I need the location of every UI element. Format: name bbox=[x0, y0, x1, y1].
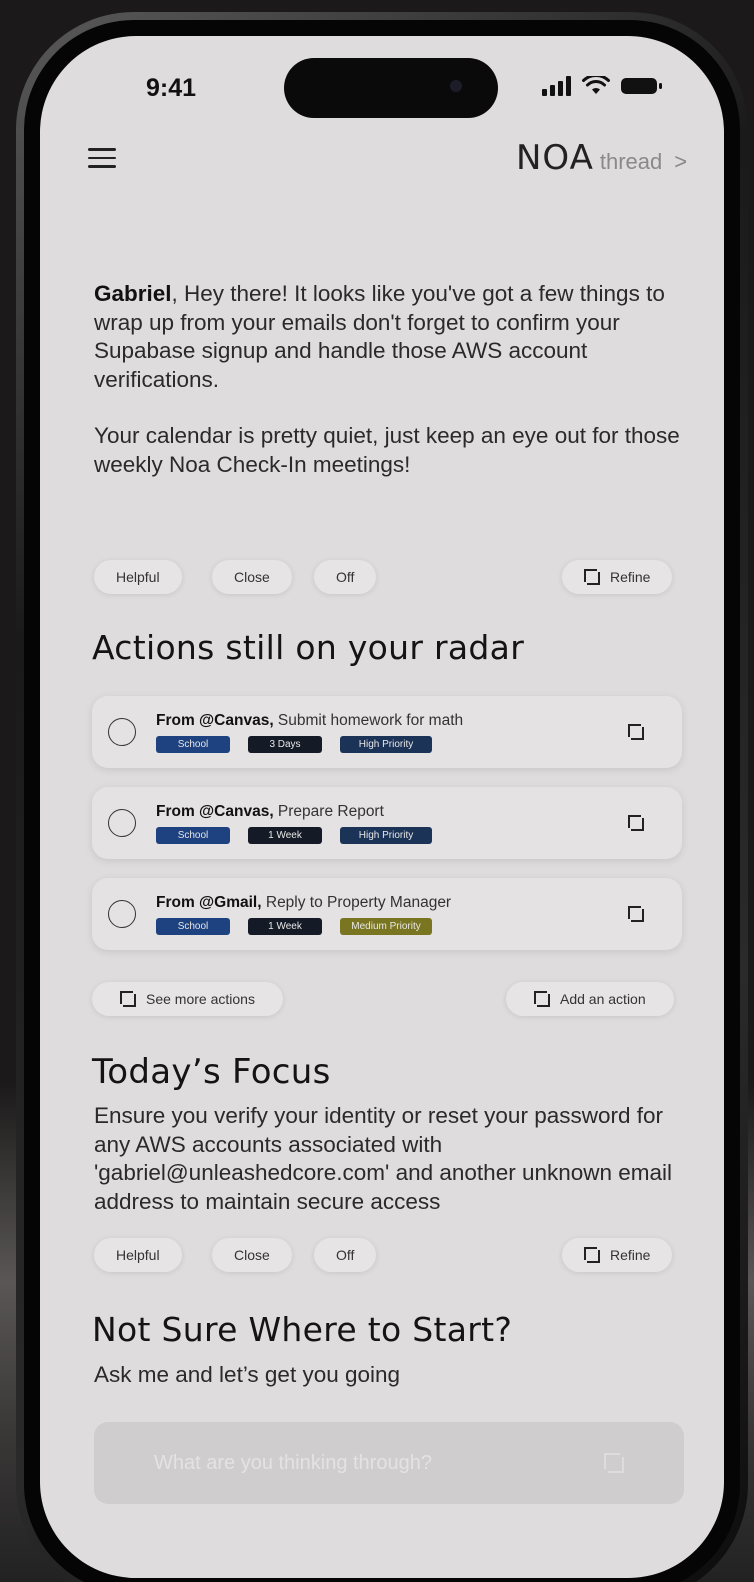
action-tags: School 3 Days High Priority bbox=[156, 736, 432, 753]
close-button[interactable]: Close bbox=[212, 560, 292, 594]
greeting-summary: Gabriel, Hey there! It looks like you've… bbox=[94, 280, 684, 479]
priority-tag: Medium Priority bbox=[340, 918, 432, 935]
duration-tag: 3 Days bbox=[248, 736, 322, 753]
action-text: From @Gmail, Reply to Property Manager bbox=[156, 894, 451, 912]
priority-tag: High Priority bbox=[340, 736, 432, 753]
battery-icon bbox=[621, 78, 662, 94]
refine-icon bbox=[584, 569, 600, 585]
action-checkbox[interactable] bbox=[108, 718, 136, 746]
start-subtitle: Ask me and let’s get you going bbox=[94, 1362, 401, 1387]
helpful-label: Helpful bbox=[116, 569, 160, 585]
priority-tag: High Priority bbox=[340, 827, 432, 844]
category-tag: School bbox=[156, 736, 230, 753]
category-tag: School bbox=[156, 827, 230, 844]
duration-tag: 1 Week bbox=[248, 918, 322, 935]
email-summary: , Hey there! It looks like you've got a … bbox=[94, 281, 665, 392]
calendar-summary: Your calendar is pretty quiet, just keep… bbox=[94, 423, 680, 477]
off-label: Off bbox=[336, 569, 355, 585]
duration-tag: 1 Week bbox=[248, 827, 322, 844]
add-action-label: Add an action bbox=[560, 991, 646, 1007]
status-time: 9:41 bbox=[146, 74, 197, 102]
action-text: From @Canvas, Submit homework for math bbox=[156, 712, 463, 730]
app-screen: 9:41 NOA thread > Gabriel, Hey there! It… bbox=[40, 36, 724, 1578]
dynamic-island bbox=[284, 58, 498, 118]
action-item[interactable]: From @Canvas, Submit homework for math S… bbox=[92, 696, 682, 768]
focus-title: Today’s Focus bbox=[92, 1052, 331, 1092]
action-item[interactable]: From @Canvas, Prepare Report School 1 We… bbox=[92, 787, 682, 859]
action-checkbox[interactable] bbox=[108, 900, 136, 928]
action-checkbox[interactable] bbox=[108, 809, 136, 837]
helpful-button[interactable]: Helpful bbox=[94, 1238, 182, 1272]
off-button[interactable]: Off bbox=[314, 560, 377, 594]
action-source: From @Gmail, bbox=[156, 894, 262, 911]
greeting-paragraph: Gabriel, Hey there! It looks like you've… bbox=[94, 280, 684, 394]
category-tag: School bbox=[156, 918, 230, 935]
action-task: Submit homework for math bbox=[273, 712, 464, 729]
noa-logo: NOA bbox=[516, 138, 594, 178]
see-more-actions-button[interactable]: See more actions bbox=[92, 982, 283, 1016]
close-label: Close bbox=[234, 1247, 270, 1263]
close-button[interactable]: Close bbox=[212, 1238, 292, 1272]
ask-box[interactable] bbox=[94, 1422, 684, 1504]
action-task: Reply to Property Manager bbox=[261, 894, 452, 911]
refine-icon bbox=[584, 1247, 600, 1263]
refine-button[interactable]: Refine bbox=[562, 1238, 673, 1272]
refine-label: Refine bbox=[610, 569, 651, 585]
hamburger-menu-icon[interactable] bbox=[88, 148, 116, 172]
expand-icon bbox=[120, 991, 136, 1007]
signal-icon bbox=[542, 76, 571, 96]
action-task: Prepare Report bbox=[273, 803, 384, 820]
copy-icon[interactable] bbox=[628, 906, 644, 922]
send-icon[interactable] bbox=[604, 1453, 624, 1473]
action-source: From @Canvas, bbox=[156, 712, 274, 729]
start-title: Not Sure Where to Start? bbox=[92, 1310, 513, 1349]
off-label: Off bbox=[336, 1247, 355, 1263]
action-text: From @Canvas, Prepare Report bbox=[156, 803, 384, 821]
off-button[interactable]: Off bbox=[314, 1238, 377, 1272]
ask-input[interactable] bbox=[154, 1451, 604, 1475]
copy-icon[interactable] bbox=[628, 724, 644, 740]
action-tags: School 1 Week Medium Priority bbox=[156, 918, 432, 935]
copy-icon[interactable] bbox=[628, 815, 644, 831]
phone-frame: 9:41 NOA thread > Gabriel, Hey there! It… bbox=[16, 12, 748, 1582]
noa-thread-link[interactable]: NOA thread > bbox=[516, 138, 687, 178]
camera-icon bbox=[450, 80, 462, 92]
see-more-label: See more actions bbox=[146, 991, 255, 1007]
phone-bezel: 9:41 NOA thread > Gabriel, Hey there! It… bbox=[24, 20, 740, 1582]
wifi-icon bbox=[582, 76, 610, 94]
action-tags: School 1 Week High Priority bbox=[156, 827, 432, 844]
helpful-button[interactable]: Helpful bbox=[94, 560, 182, 594]
focus-text: Ensure you verify your identity or reset… bbox=[94, 1103, 673, 1214]
refine-button[interactable]: Refine bbox=[562, 560, 673, 594]
refine-label: Refine bbox=[610, 1247, 651, 1263]
helpful-label: Helpful bbox=[116, 1247, 160, 1263]
user-name: Gabriel bbox=[94, 281, 172, 306]
thread-label: thread bbox=[599, 149, 663, 174]
status-icons bbox=[542, 76, 664, 96]
close-label: Close bbox=[234, 569, 270, 585]
action-item[interactable]: From @Gmail, Reply to Property Manager S… bbox=[92, 878, 682, 950]
actions-title: Actions still on your radar bbox=[92, 628, 525, 667]
add-icon bbox=[534, 991, 550, 1007]
chevron-right-icon: > bbox=[674, 149, 688, 174]
add-action-button[interactable]: Add an action bbox=[506, 982, 674, 1016]
action-source: From @Canvas, bbox=[156, 803, 274, 820]
